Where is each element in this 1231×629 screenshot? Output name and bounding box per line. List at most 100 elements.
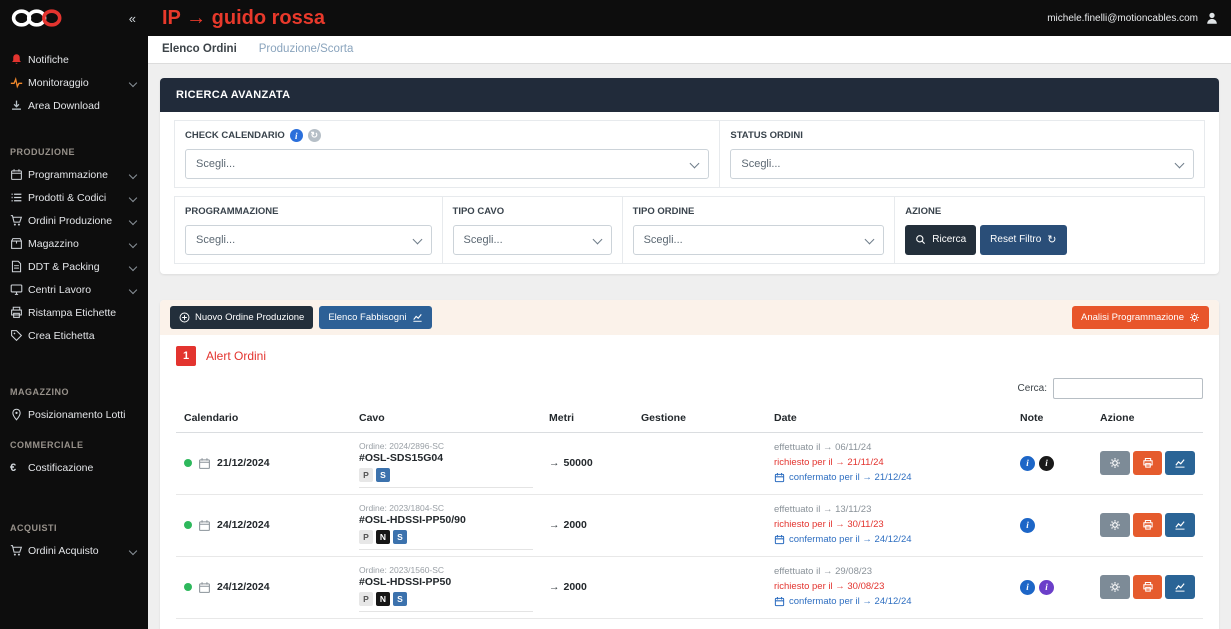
calendario-date: 21/12/2024 bbox=[217, 457, 270, 470]
alert-ordini: 1 Alert Ordini bbox=[160, 335, 1219, 366]
cavo-code: #OSL-HDSSI-PP50 bbox=[359, 575, 452, 588]
sidebar-item-ordini-produzione[interactable]: Ordini Produzione bbox=[0, 209, 148, 232]
col-note: Note bbox=[1012, 403, 1092, 433]
sidebar-item-ddt-packing[interactable]: DDT & Packing bbox=[0, 255, 148, 278]
note-info-icon[interactable]: i bbox=[1020, 579, 1035, 595]
filter-row-1: CHECK CALENDARIO i ↻ Scegli... STATUS OR… bbox=[174, 119, 1205, 188]
check-calendario-select[interactable]: Scegli... bbox=[185, 148, 710, 179]
sidebar-item-crea-etichetta[interactable]: Crea Etichetta bbox=[0, 324, 148, 347]
date-richiesto: richiesto per il → 21/11/24 bbox=[774, 456, 884, 468]
tabbar: Elenco Ordini Produzione/Scorta bbox=[148, 36, 1231, 64]
cerca-row: Cerca: bbox=[160, 366, 1219, 404]
sidebar-item-label: DDT & Packing bbox=[28, 260, 100, 273]
cavo-cell: Ordine: 2024/2896-SC #OSL-SDS15G04 P S bbox=[359, 439, 533, 488]
date-confermato: confermato per il → 21/12/24 bbox=[774, 471, 1004, 486]
chevron-down-icon bbox=[128, 216, 138, 225]
chevron-down-icon bbox=[128, 239, 138, 248]
sidebar-item-label: Costificazione bbox=[28, 461, 94, 474]
sidebar-item-magazzino[interactable]: Magazzino bbox=[0, 232, 148, 255]
sidebar-item-posizionamento-lotti[interactable]: Posizionamento Lotti bbox=[0, 403, 148, 426]
sidebar-item-prodotti-codici[interactable]: Prodotti & Codici bbox=[0, 186, 148, 209]
cerca-input[interactable] bbox=[1053, 377, 1203, 399]
note-info-icon[interactable]: i bbox=[1020, 455, 1035, 471]
info-icon[interactable]: i bbox=[289, 129, 303, 143]
cavo-cell: Ordine: 2023/1560-SC #OSL-HDSSI-PP50 P N… bbox=[359, 563, 533, 612]
printer-icon bbox=[10, 306, 28, 319]
header-user[interactable]: michele.finelli@motioncables.com bbox=[1047, 11, 1231, 25]
note-info-icon[interactable]: i bbox=[1020, 517, 1035, 533]
settings-button[interactable] bbox=[1100, 513, 1130, 538]
motioncables-logo bbox=[11, 9, 62, 27]
sidebar-item-costificazione[interactable]: € Costificazione bbox=[0, 456, 148, 479]
calendar-icon bbox=[774, 472, 785, 483]
chevron-down-icon bbox=[128, 78, 138, 87]
refresh-icon[interactable]: ↻ bbox=[307, 129, 321, 143]
tipo-ordine-select[interactable]: Scegli... bbox=[632, 224, 885, 255]
user-email: michele.finelli@motioncables.com bbox=[1047, 12, 1198, 24]
sidebar-item-ordini-acquisto[interactable]: Ordini Acquisto bbox=[0, 539, 148, 562]
sidebar: Notifiche Monitoraggio Area Download PRO… bbox=[0, 36, 148, 629]
ricerca-button[interactable]: Ricerca bbox=[905, 224, 977, 255]
reset-filtro-button[interactable]: Reset Filtro ↻ bbox=[980, 224, 1067, 255]
calendar-icon bbox=[198, 457, 211, 470]
gestione-cell bbox=[633, 617, 766, 629]
user-icon[interactable] bbox=[1205, 11, 1219, 25]
tab-elenco-ordini[interactable]: Elenco Ordini bbox=[162, 43, 237, 55]
programmazione-select-wrap: Scegli... bbox=[185, 224, 432, 255]
note-info-icon[interactable]: i bbox=[1039, 579, 1054, 595]
sidebar-item-ristampa-etichette[interactable]: Ristampa Etichette bbox=[0, 301, 148, 324]
col-azione: Azione bbox=[1092, 403, 1203, 433]
field-label: CHECK CALENDARIO bbox=[185, 130, 285, 142]
sidebar-item-centri-lavoro[interactable]: Centri Lavoro bbox=[0, 278, 148, 301]
sidebar-item-label: Monitoraggio bbox=[28, 76, 89, 89]
tab-produzione-scorta[interactable]: Produzione/Scorta bbox=[259, 43, 354, 55]
print-button[interactable] bbox=[1132, 451, 1163, 476]
col-date: Date bbox=[766, 403, 1012, 433]
chart-button[interactable] bbox=[1165, 513, 1196, 538]
cavo-cell: Ordine: 2023/1804-SC #OSL-HDSSI-PP50/90 … bbox=[359, 501, 533, 550]
tipo-cavo-label: TIPO CAVO bbox=[453, 205, 612, 219]
alert-label: Alert Ordini bbox=[206, 348, 267, 363]
programmazione-select[interactable]: Scegli... bbox=[185, 224, 432, 255]
badge-n: N bbox=[376, 591, 390, 606]
settings-button[interactable] bbox=[1100, 451, 1130, 476]
sidebar-item-notifiche[interactable]: Notifiche bbox=[0, 48, 148, 71]
print-button[interactable] bbox=[1132, 575, 1163, 600]
bell-icon bbox=[10, 53, 28, 66]
tipo-cavo-select[interactable]: Scegli... bbox=[452, 224, 612, 255]
date-confermato: confermato per il → 24/12/24 bbox=[774, 533, 1004, 548]
sidebar-section-acquisti: ACQUISTI bbox=[10, 523, 58, 533]
chart-button[interactable] bbox=[1165, 451, 1196, 476]
col-metri: Metri bbox=[541, 403, 633, 433]
note-info-icon[interactable]: i bbox=[1039, 455, 1054, 471]
chevron-down-icon bbox=[128, 170, 138, 179]
elenco-fabbisogni-button[interactable]: Elenco Fabbisogni bbox=[319, 305, 432, 329]
gestione-cell bbox=[633, 555, 766, 619]
chart-button[interactable] bbox=[1165, 575, 1196, 600]
settings-button[interactable] bbox=[1100, 575, 1130, 600]
cavo-code: #OSL-HDSSI-PP50/90 bbox=[359, 513, 466, 526]
nuovo-ordine-produzione-button[interactable]: Nuovo Ordine Produzione bbox=[170, 305, 314, 329]
azione-label: AZIONE bbox=[905, 205, 1194, 219]
sidebar-item-label: Ordini Produzione bbox=[28, 214, 113, 227]
orders-table: Calendario Cavo Metri Gestione Date Note… bbox=[176, 403, 1203, 629]
date-richiesto: richiesto per il → 30/11/23 bbox=[774, 518, 884, 530]
print-button[interactable] bbox=[1132, 513, 1163, 538]
sidebar-section-commerciale: COMMERCIALE bbox=[10, 440, 84, 450]
programmazione-label: PROGRAMMAZIONE bbox=[185, 205, 432, 219]
map-pin-icon bbox=[10, 408, 28, 421]
sidebar-item-programmazione[interactable]: Programmazione bbox=[0, 163, 148, 186]
reset-icon: ↻ bbox=[1047, 234, 1057, 247]
calendar-icon bbox=[198, 519, 211, 532]
analisi-programmazione-button[interactable]: Analisi Programmazione bbox=[1072, 305, 1209, 329]
metri-value: → 2000 bbox=[549, 519, 587, 532]
collapse-sidebar-icon[interactable]: « bbox=[129, 11, 136, 26]
date-confermato: confermato per il → 24/12/24 bbox=[774, 595, 1004, 610]
sidebar-item-monitoraggio[interactable]: Monitoraggio bbox=[0, 71, 148, 94]
sidebar-item-area-download[interactable]: Area Download bbox=[0, 94, 148, 117]
sidebar-item-label: Centri Lavoro bbox=[28, 283, 92, 296]
logo-area: « bbox=[0, 7, 148, 29]
chevron-down-icon bbox=[128, 285, 138, 294]
status-ordini-select[interactable]: Scegli... bbox=[730, 148, 1194, 179]
col-cavo: Cavo bbox=[351, 403, 541, 433]
